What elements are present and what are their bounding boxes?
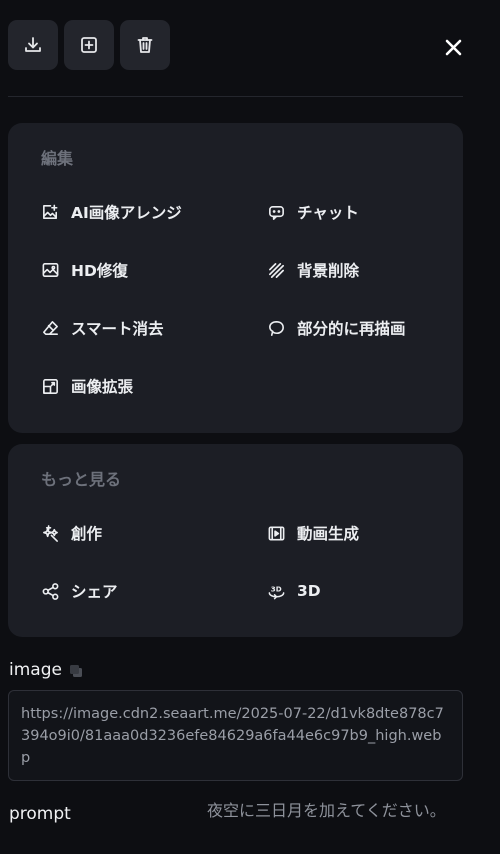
close-button[interactable] bbox=[436, 30, 470, 64]
menu-item-label: 背景削除 bbox=[297, 262, 360, 280]
copy-icon[interactable] bbox=[68, 663, 84, 679]
menu-item-video-generate[interactable]: 動画生成 bbox=[266, 519, 359, 547]
eraser-icon bbox=[40, 318, 60, 338]
share-icon bbox=[40, 581, 60, 601]
menu-item-label: シェア bbox=[71, 583, 118, 601]
menu-item-create[interactable]: 創作 bbox=[40, 519, 102, 547]
menu-item-partial-redraw[interactable]: 部分的に再描画 bbox=[266, 314, 406, 342]
menu-item-label: チャット bbox=[297, 204, 359, 222]
image-label: image bbox=[9, 660, 62, 680]
menu-item-remove-background[interactable]: 背景削除 bbox=[266, 256, 359, 284]
divider bbox=[8, 96, 463, 97]
menu-item-label: 創作 bbox=[71, 525, 103, 543]
menu-item-smart-erase[interactable]: スマート消去 bbox=[40, 314, 164, 342]
menu-item-label: HD修復 bbox=[71, 262, 128, 280]
menu-item-label: 部分的に再描画 bbox=[297, 320, 406, 338]
menu-item-label: 動画生成 bbox=[297, 525, 360, 543]
image-edit-icon bbox=[40, 202, 60, 222]
menu-item-label: AI画像アレンジ bbox=[71, 204, 182, 222]
video-icon bbox=[266, 523, 286, 543]
add-square-icon bbox=[81, 37, 97, 53]
svg-text:3D: 3D bbox=[270, 584, 281, 593]
menu-item-label: 3D bbox=[297, 582, 321, 600]
menu-item-chat[interactable]: チャット bbox=[266, 198, 359, 226]
menu-item-expand-image[interactable]: 画像拡張 bbox=[40, 372, 133, 400]
image-hd-icon bbox=[40, 260, 60, 280]
trash-icon bbox=[137, 37, 153, 53]
toolbar bbox=[8, 20, 170, 70]
more-section-title: もっと見る bbox=[41, 470, 122, 489]
sparkle-create-icon bbox=[40, 523, 60, 543]
add-button[interactable] bbox=[64, 20, 114, 70]
image-url-field[interactable]: https://image.cdn2.seaart.me/2025-07-22/… bbox=[8, 690, 463, 781]
menu-item-ai-arrange[interactable]: AI画像アレンジ bbox=[40, 198, 182, 226]
menu-item-label: スマート消去 bbox=[71, 320, 164, 338]
expand-image-icon bbox=[40, 376, 60, 396]
delete-button[interactable] bbox=[120, 20, 170, 70]
chat-bot-icon bbox=[266, 202, 286, 222]
3d-rotate-icon: 3D bbox=[266, 581, 286, 601]
prompt-label: prompt bbox=[9, 804, 71, 824]
menu-item-label: 画像拡張 bbox=[71, 378, 134, 396]
close-icon bbox=[445, 39, 461, 55]
lasso-icon bbox=[266, 318, 286, 338]
stripes-icon bbox=[266, 260, 286, 280]
menu-item-3d[interactable]: 3D 3D bbox=[266, 577, 321, 605]
download-button[interactable] bbox=[8, 20, 58, 70]
menu-item-share[interactable]: シェア bbox=[40, 577, 118, 605]
menu-item-hd-repair[interactable]: HD修復 bbox=[40, 256, 128, 284]
edit-section-title: 編集 bbox=[41, 149, 74, 168]
more-card: もっと見る 創作 動画生成 シェア 3D 3D bbox=[8, 444, 463, 637]
download-icon bbox=[25, 37, 41, 52]
prompt-value[interactable]: 夜空に三日月を加えてください。 bbox=[207, 800, 452, 822]
edit-card: 編集 AI画像アレンジ チャット HD修復 背景削除 スマート消去 部分的に再描… bbox=[8, 123, 463, 433]
